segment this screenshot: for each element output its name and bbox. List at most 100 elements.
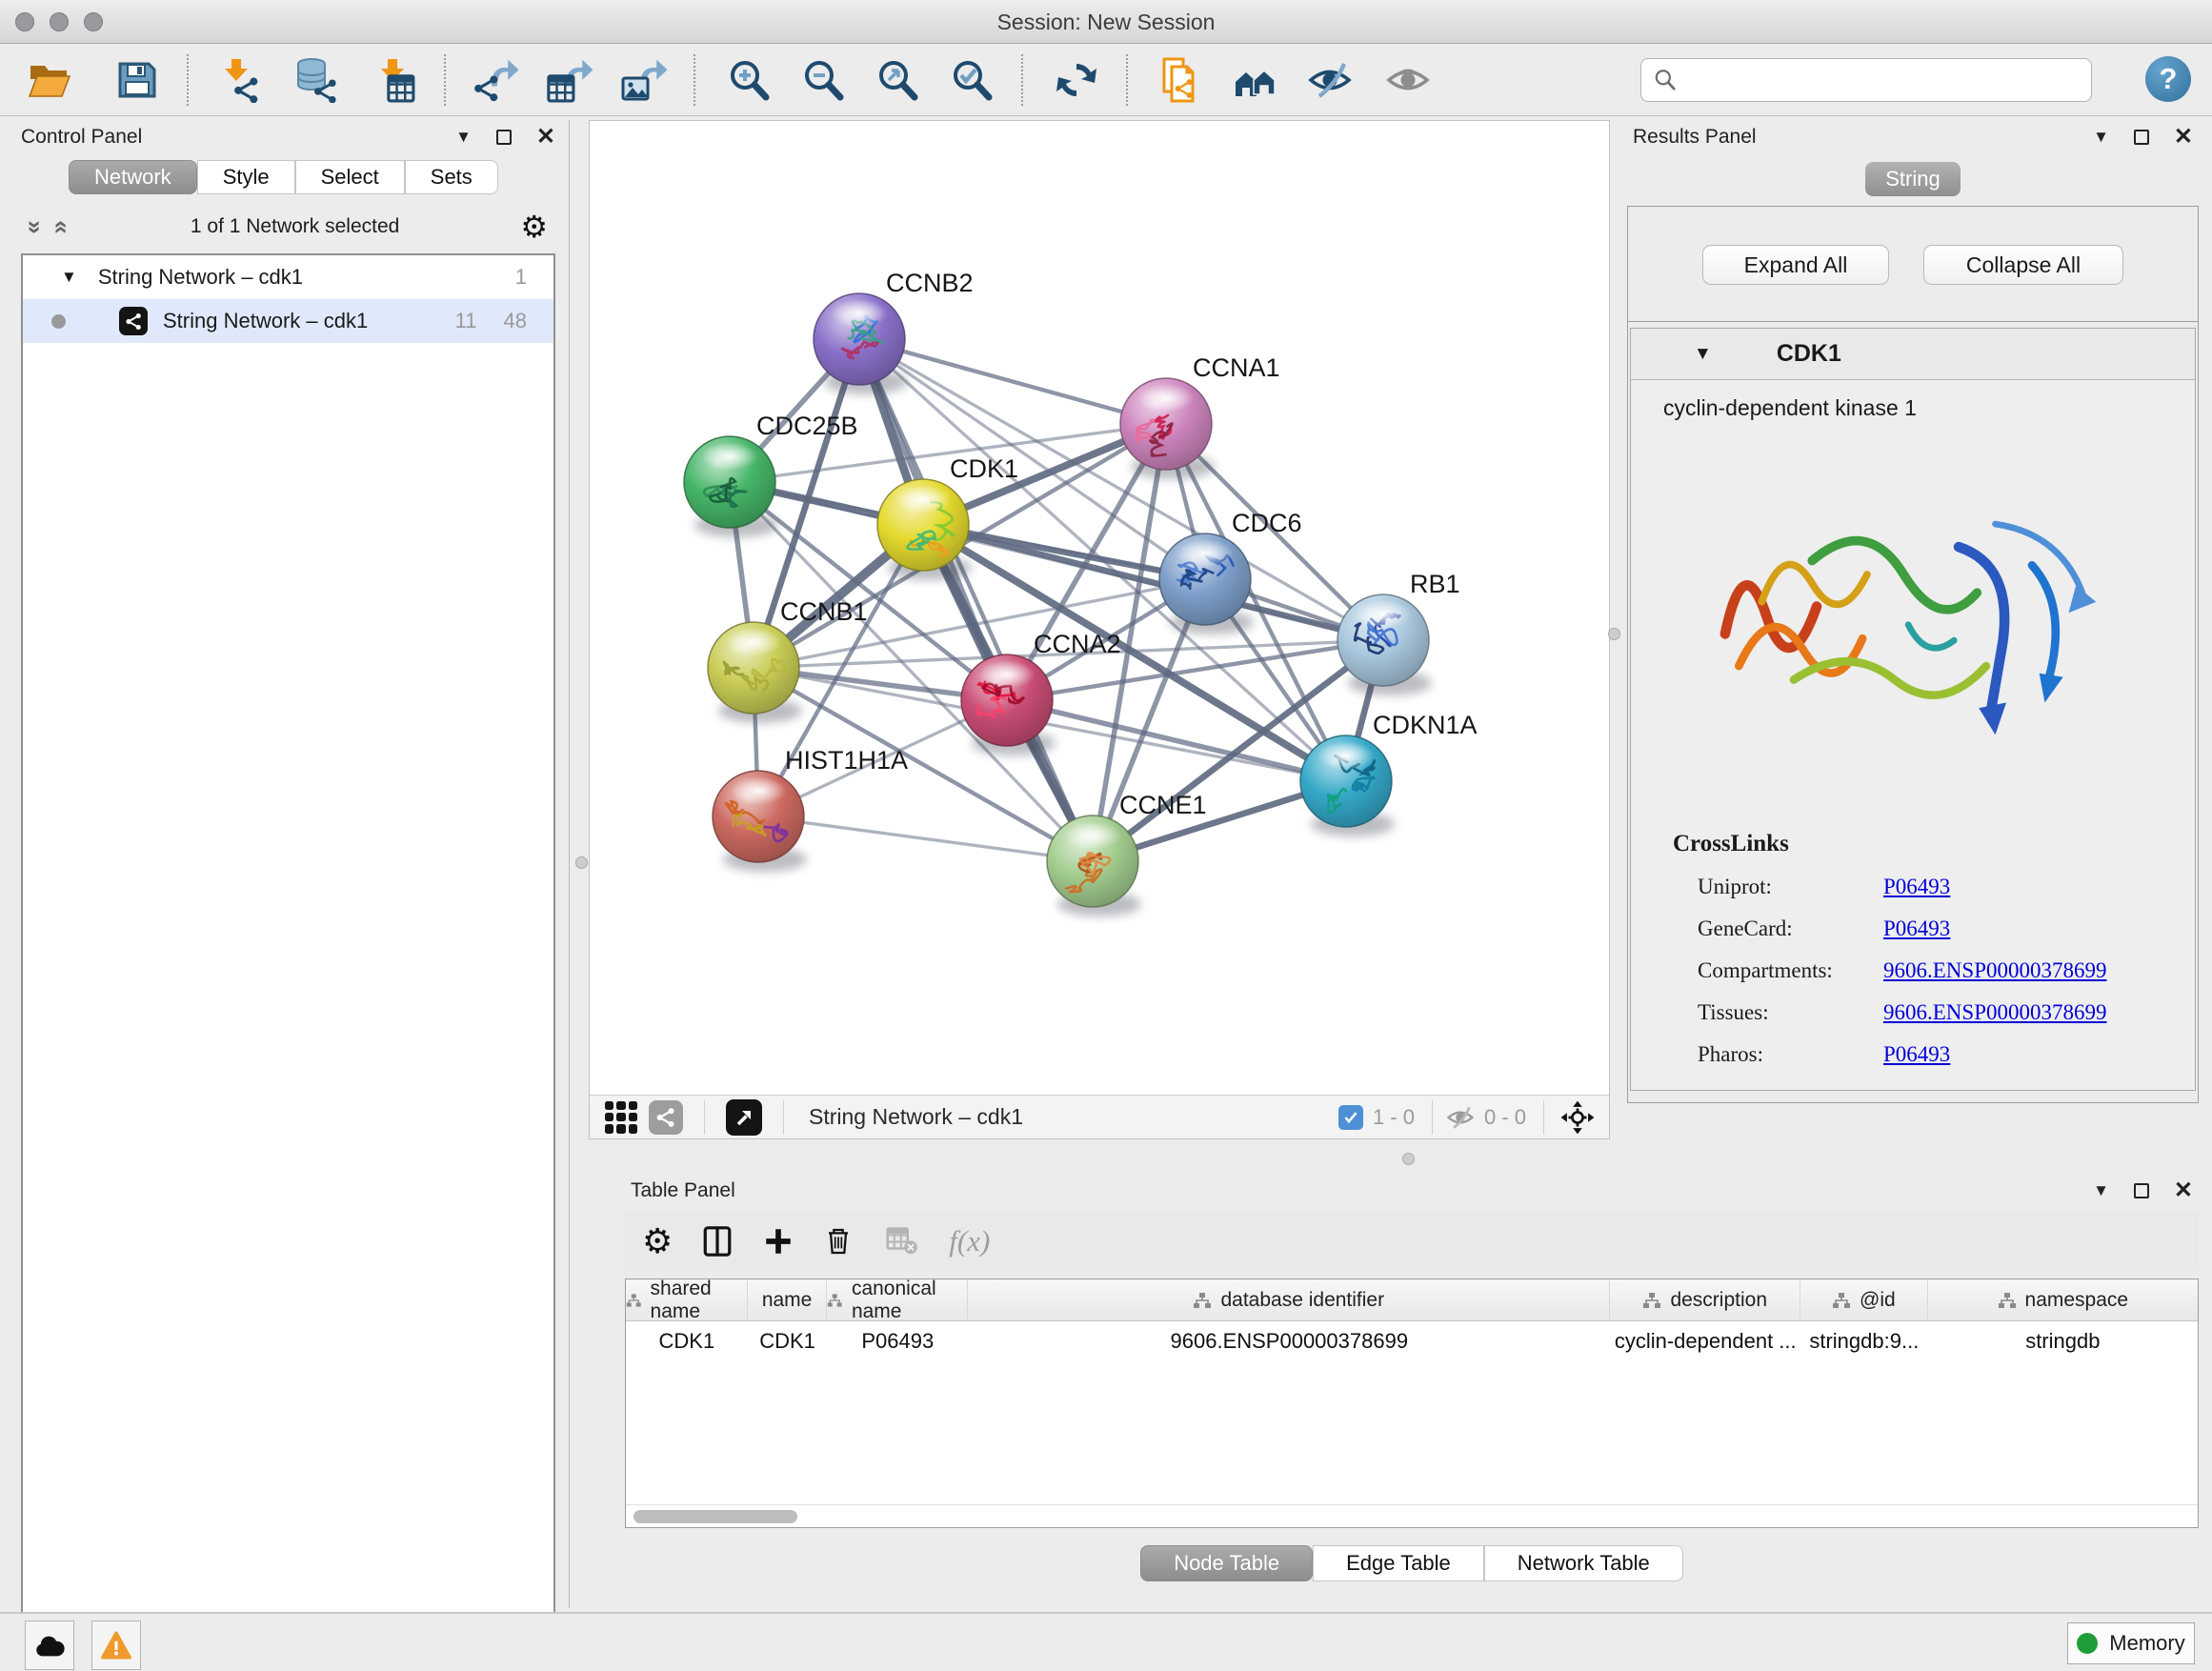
zoom-selected-button[interactable] [947, 55, 996, 105]
delete-column-trash-icon[interactable] [823, 1224, 854, 1258]
tab-network[interactable]: Network [69, 160, 197, 194]
cell-canonical-name[interactable]: P06493 [827, 1321, 968, 1361]
open-session-button[interactable] [25, 55, 74, 105]
birds-eye-view-icon[interactable] [726, 1099, 762, 1136]
refresh-layout-button[interactable] [1052, 55, 1101, 105]
panel-float-icon[interactable] [2134, 1183, 2149, 1198]
export-table-button[interactable] [545, 55, 594, 105]
import-network-from-database-button[interactable] [292, 55, 341, 105]
tab-style[interactable]: Style [197, 160, 295, 194]
expand-all-networks-icon[interactable]: » [21, 220, 50, 233]
column-header-name[interactable]: name [748, 1279, 828, 1320]
grid-view-icon[interactable] [605, 1101, 637, 1134]
network-share-icon[interactable] [649, 1100, 683, 1135]
network-selection-status: 1 of 1 Network selected [70, 215, 520, 238]
hidden-counts: 0 - 0 [1484, 1105, 1526, 1130]
first-neighbors-button[interactable] [1231, 55, 1280, 105]
panel-close-icon[interactable]: ✕ [536, 130, 555, 145]
network-canvas[interactable]: CCNB2CCNA1CDC25BCDK1CDC6RB1CCNB1CCNA2CDK… [590, 121, 1609, 1095]
export-network-button[interactable] [471, 55, 520, 105]
column-header-database-identifier[interactable]: database identifier [968, 1279, 1610, 1320]
tab-sets[interactable]: Sets [405, 160, 498, 194]
cell-description[interactable]: cyclin-dependent ... [1610, 1321, 1800, 1361]
column-header-shared-name[interactable]: shared name [626, 1279, 748, 1320]
zoom-out-button[interactable] [798, 55, 848, 105]
network-node-CDK1[interactable]: CDK1 [877, 454, 1018, 580]
crosslink-value-link[interactable]: 9606.ENSP00000378699 [1883, 958, 2107, 983]
expand-all-button[interactable]: Expand All [1702, 245, 1889, 285]
cell-shared-name[interactable]: CDK1 [626, 1321, 748, 1361]
zoom-fit-button[interactable] [873, 55, 922, 105]
tab-network-table[interactable]: Network Table [1484, 1545, 1683, 1581]
crosslink-value-link[interactable]: 9606.ENSP00000378699 [1883, 1000, 2107, 1025]
network-node-CDKN1A[interactable]: CDKN1A [1300, 711, 1478, 836]
show-all-button[interactable] [1383, 55, 1433, 105]
tab-edge-table[interactable]: Edge Table [1313, 1545, 1484, 1581]
memory-button[interactable]: Memory [2067, 1622, 2195, 1664]
network-options-gear-icon[interactable]: ⚙ [520, 209, 548, 245]
tab-string[interactable]: String [1865, 162, 1961, 196]
network-collection-row[interactable]: ▼ String Network – cdk1 1 [23, 255, 553, 299]
panel-float-icon[interactable] [496, 130, 512, 145]
search-input[interactable] [1687, 69, 2080, 91]
selected-checkbox-icon[interactable] [1338, 1105, 1363, 1130]
panel-close-icon[interactable]: ✕ [2174, 130, 2193, 145]
network-row[interactable]: String Network – cdk1 11 48 [23, 299, 553, 343]
crosslink-value-link[interactable]: P06493 [1883, 875, 1950, 899]
collapse-all-networks-icon[interactable]: « [48, 220, 77, 233]
cell-database-identifier[interactable]: 9606.ENSP00000378699 [968, 1321, 1610, 1361]
network-node-HIST1H1A[interactable]: HIST1H1A [713, 746, 908, 872]
collapse-all-button[interactable]: Collapse All [1923, 245, 2123, 285]
import-network-button[interactable] [213, 55, 263, 105]
network-node-CCNB2[interactable]: CCNB2 [814, 269, 974, 394]
network-node-CDC25B[interactable]: CDC25B [684, 412, 858, 537]
zoom-in-icon [726, 57, 772, 103]
collapse-triangle-icon[interactable]: ▼ [61, 268, 77, 287]
network-edge[interactable] [1007, 700, 1346, 781]
hide-selected-button[interactable] [1305, 55, 1355, 105]
zoom-in-button[interactable] [724, 55, 774, 105]
cell-name[interactable]: CDK1 [748, 1321, 828, 1361]
panel-menu-icon[interactable]: ▼ [2093, 1181, 2109, 1200]
horizontal-splitter-handle[interactable] [1402, 1153, 1415, 1165]
crosslink-value-link[interactable]: P06493 [1883, 1042, 1950, 1067]
create-column-plus-icon[interactable] [762, 1225, 794, 1258]
table-row[interactable]: CDK1 CDK1 P06493 9606.ENSP00000378699 cy… [626, 1321, 2198, 1361]
save-session-button[interactable] [112, 55, 162, 105]
tab-node-table[interactable]: Node Table [1140, 1545, 1313, 1581]
scrollbar-thumb[interactable] [633, 1510, 797, 1523]
fit-content-crosshair-icon[interactable] [1559, 1099, 1596, 1136]
panel-float-icon[interactable] [2134, 130, 2149, 145]
cloud-status-button[interactable] [25, 1621, 74, 1670]
help-button[interactable]: ? [2145, 56, 2191, 102]
column-header-namespace[interactable]: namespace [1928, 1279, 2198, 1320]
network-node-count: 11 [455, 309, 504, 333]
column-header-id[interactable]: @id [1800, 1279, 1928, 1320]
search-box[interactable] [1640, 58, 2092, 102]
right-splitter-handle[interactable] [1608, 628, 1620, 640]
column-header-canonical-name[interactable]: canonical name [827, 1279, 968, 1320]
show-columns-icon[interactable] [701, 1224, 734, 1258]
left-splitter-handle[interactable] [575, 856, 588, 869]
panel-close-icon[interactable]: ✕ [2174, 1183, 2193, 1198]
network-node-CCNB1[interactable]: CCNB1 [708, 597, 868, 723]
tab-select[interactable]: Select [295, 160, 405, 194]
network-node-CCNA1[interactable]: CCNA1 [1120, 353, 1280, 479]
crosslink-value-link[interactable]: P06493 [1883, 916, 1950, 941]
horizontal-scrollbar[interactable] [626, 1504, 2198, 1527]
network-edge[interactable] [758, 816, 1093, 861]
node-label-CDKN1A: CDKN1A [1373, 711, 1478, 739]
network-node-RB1[interactable]: RB1 [1337, 570, 1460, 695]
import-table-button[interactable] [370, 55, 419, 105]
cell-id[interactable]: stringdb:9... [1800, 1321, 1928, 1361]
cell-namespace[interactable]: stringdb [1928, 1321, 2198, 1361]
panel-menu-icon[interactable]: ▼ [2093, 128, 2109, 147]
export-image-button[interactable] [619, 55, 669, 105]
collapse-triangle-icon[interactable]: ▼ [1694, 344, 1712, 365]
panel-menu-icon[interactable]: ▼ [455, 128, 472, 147]
table-options-gear-icon[interactable]: ⚙ [642, 1221, 673, 1261]
clone-network-button[interactable] [1156, 55, 1206, 105]
column-header-description[interactable]: description [1610, 1279, 1800, 1320]
warnings-button[interactable] [91, 1621, 141, 1670]
gene-entry-header[interactable]: ▼ CDK1 [1631, 329, 2195, 380]
